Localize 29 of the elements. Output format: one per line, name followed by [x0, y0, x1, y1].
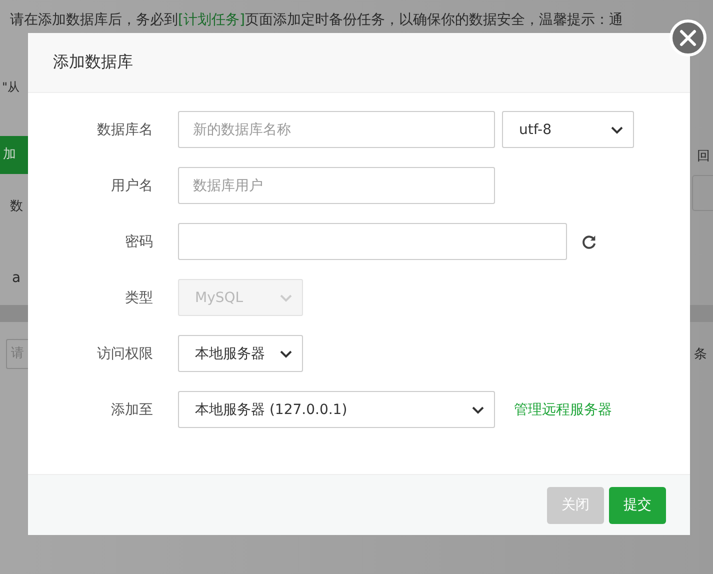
field-label: 类型 [124, 288, 153, 306]
field-label: 数据库名 [96, 120, 153, 138]
dialog-title: 添加数据库 [53, 52, 133, 73]
notice-text: 请在添加数据库后，务必到[计划任务]页面添加定时备份任务，以确保你的数据安全，温馨提示：通 [10, 11, 623, 29]
field-label: 添加至 [110, 400, 153, 418]
chevron-icon [611, 126, 623, 134]
field-label: 访问权限 [96, 344, 153, 362]
pager-text: 条 [694, 346, 707, 363]
input-field[interactable]: 新的数据库名称 [178, 111, 495, 148]
chevron-icon [472, 406, 484, 414]
chevron-icon [280, 350, 292, 358]
select-field[interactable]: 本地服务器 (127.0.0.1) [178, 391, 495, 428]
refresh-icon[interactable] [581, 234, 597, 250]
input-field[interactable] [178, 223, 567, 260]
select-field[interactable]: 本地服务器 [178, 335, 303, 372]
close-icon[interactable] [669, 19, 707, 57]
chevron-icon [280, 294, 292, 302]
table-header: 数 [10, 198, 23, 215]
schedule-link[interactable]: [计划任务] [178, 12, 245, 28]
hint-text: "从 [2, 79, 20, 96]
table-cell: a [12, 270, 21, 286]
field-label: 用户名 [110, 176, 153, 194]
field-label: 密码 [124, 232, 153, 250]
add-database-button[interactable]: 加 [0, 136, 28, 174]
input-field[interactable]: 数据库用户 [178, 167, 495, 204]
page-link[interactable]: 回 [697, 147, 710, 165]
manage-servers-link[interactable]: 管理远程服务器 [514, 400, 612, 418]
submit-button[interactable]: 提交 [609, 486, 666, 524]
select-field[interactable]: utf-8 [502, 111, 634, 148]
